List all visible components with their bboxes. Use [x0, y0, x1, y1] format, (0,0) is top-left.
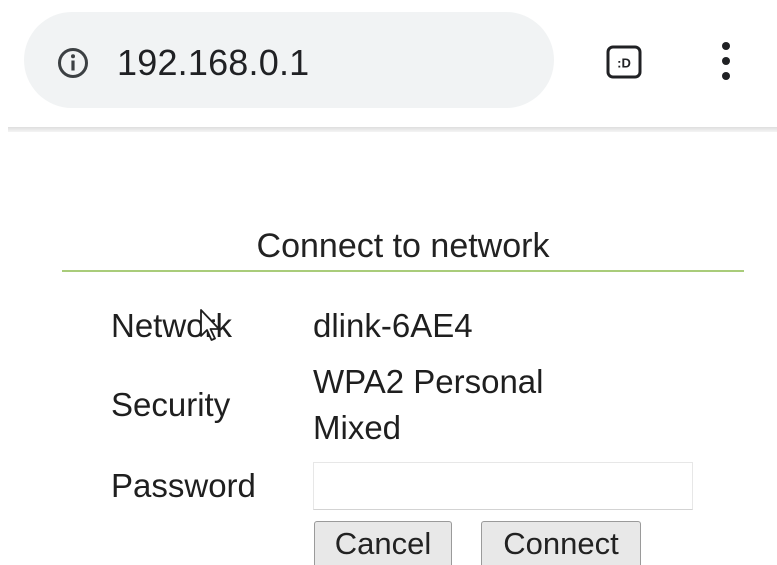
toolbar-divider — [8, 127, 777, 132]
security-value-line1: WPA2 Personal — [313, 363, 544, 400]
tab-switcher-label: :D — [617, 56, 631, 71]
title-divider — [62, 270, 744, 272]
form-title: Connect to network — [256, 227, 550, 265]
password-label: Password — [111, 467, 256, 504]
mouse-pointer-icon — [200, 309, 220, 341]
browser-page: 192.168.0.1 :D Connect to network Networ… — [0, 0, 777, 565]
password-field[interactable] — [313, 462, 693, 510]
tab-switcher-icon[interactable]: :D — [606, 45, 642, 79]
security-label: Security — [111, 386, 231, 423]
network-value: dlink-6AE4 — [313, 307, 473, 344]
info-icon[interactable] — [57, 47, 89, 79]
security-value-line2: Mixed — [313, 409, 402, 446]
url-text[interactable]: 192.168.0.1 — [117, 40, 309, 86]
connect-button[interactable]: Connect — [481, 521, 641, 565]
cancel-button[interactable]: Cancel — [314, 521, 452, 565]
more-vert-icon[interactable] — [713, 40, 739, 82]
